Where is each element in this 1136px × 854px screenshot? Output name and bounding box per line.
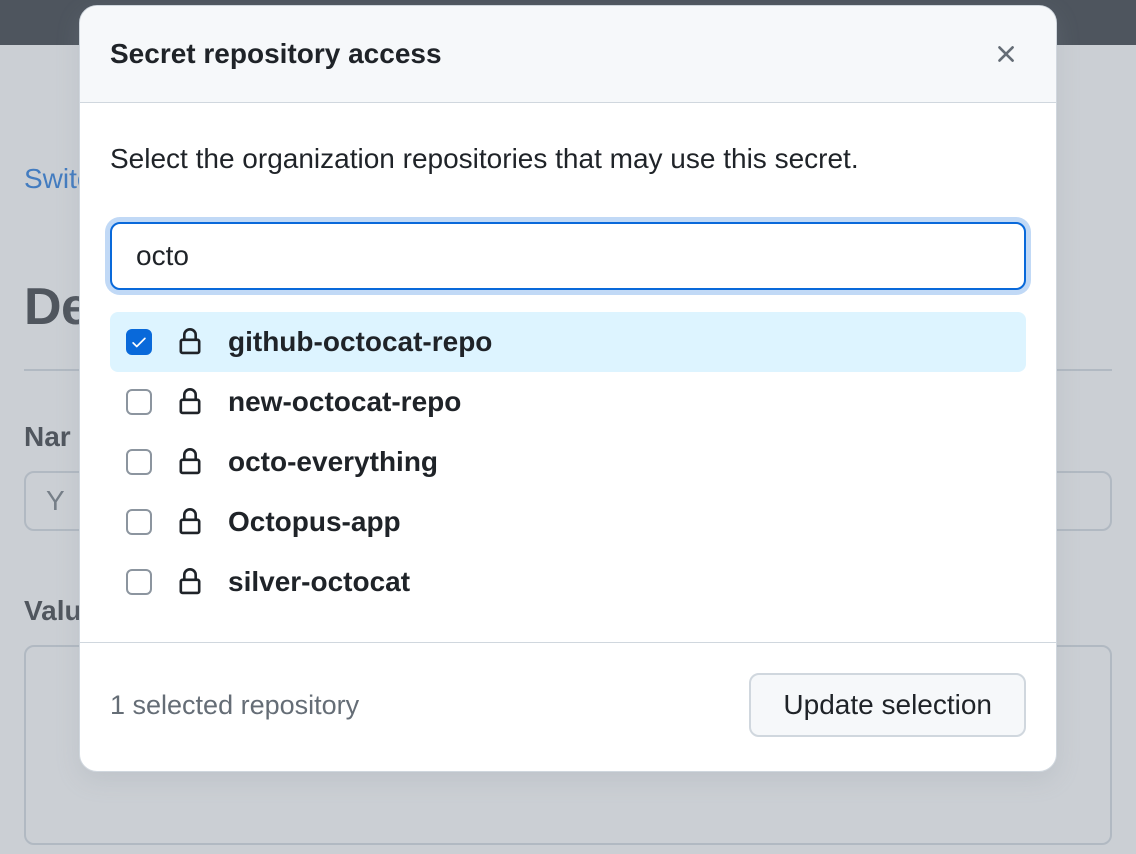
repo-checkbox[interactable] [126,569,152,595]
modal-description: Select the organization repositories tha… [110,139,1026,178]
repo-item[interactable]: new-octocat-repo [110,372,1026,432]
update-selection-button[interactable]: Update selection [749,673,1026,737]
lock-icon [176,568,204,596]
search-wrapper [110,222,1026,290]
lock-icon [176,508,204,536]
repo-item[interactable]: github-octocat-repo [110,312,1026,372]
modal-title: Secret repository access [110,38,442,70]
repo-name-label: octo-everything [228,446,438,478]
repo-checkbox[interactable] [126,329,152,355]
modal-body: Select the organization repositories tha… [80,103,1056,642]
modal-header: Secret repository access [80,6,1056,103]
repo-item[interactable]: silver-octocat [110,552,1026,612]
close-button[interactable] [986,34,1026,74]
repo-name-label: silver-octocat [228,566,410,598]
lock-icon [176,388,204,416]
repo-name-label: github-octocat-repo [228,326,492,358]
lock-icon [176,328,204,356]
selected-count-text: 1 selected repository [110,690,359,721]
modal-footer: 1 selected repository Update selection [80,642,1056,771]
repo-checkbox[interactable] [126,509,152,535]
repo-list: github-octocat-repo new-octocat-repo octo-… [110,312,1026,612]
repo-name-label: new-octocat-repo [228,386,461,418]
repo-name-label: Octopus-app [228,506,401,538]
repo-item[interactable]: Octopus-app [110,492,1026,552]
lock-icon [176,448,204,476]
repo-checkbox[interactable] [126,389,152,415]
repo-item[interactable]: octo-everything [110,432,1026,492]
repo-checkbox[interactable] [126,449,152,475]
close-icon [992,40,1020,68]
secret-repo-access-modal: Secret repository access Select the orga… [79,5,1057,772]
repo-search-input[interactable] [110,222,1026,290]
